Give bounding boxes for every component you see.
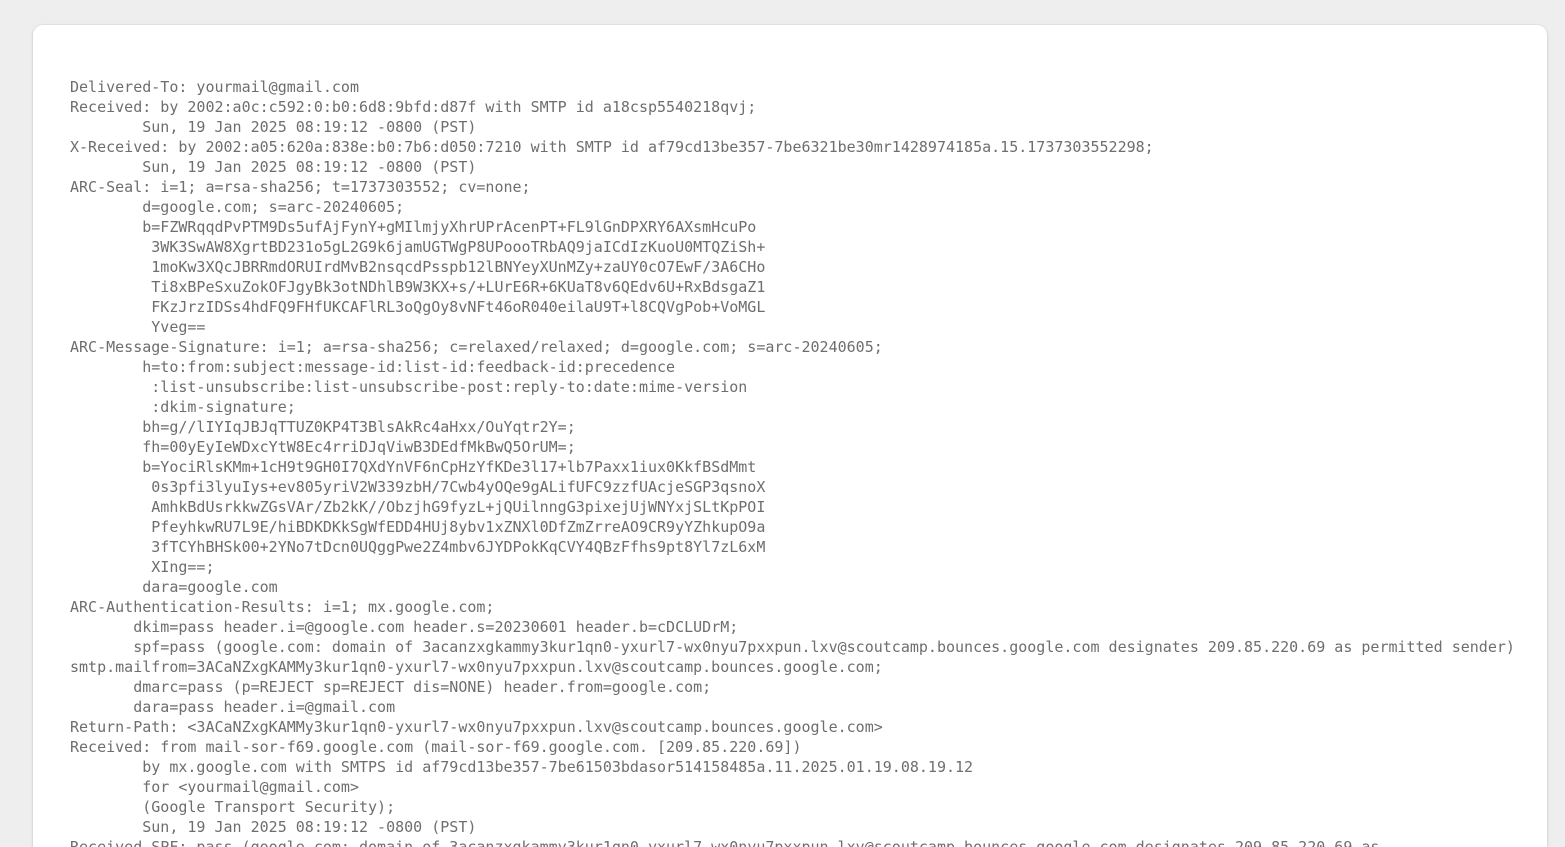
page-root: Delivered-To: yourmail@gmail.com Receive… [0, 0, 1565, 847]
raw-headers-container: Delivered-To: yourmail@gmail.com Receive… [70, 77, 1515, 847]
raw-email-headers-text[interactable]: Delivered-To: yourmail@gmail.com Receive… [70, 77, 1515, 847]
raw-headers-card: Delivered-To: yourmail@gmail.com Receive… [33, 25, 1547, 847]
